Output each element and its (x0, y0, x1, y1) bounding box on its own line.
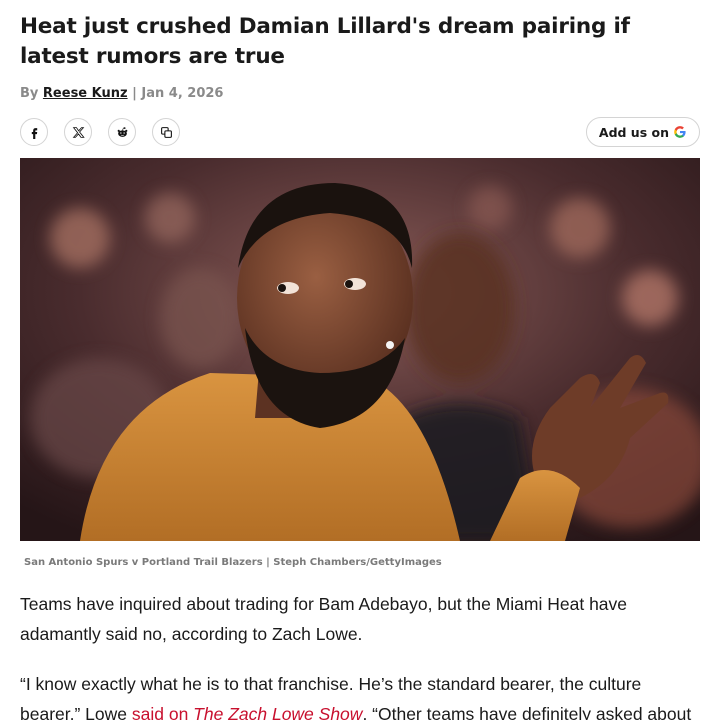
share-x-button[interactable] (64, 118, 92, 146)
byline-separator: | (127, 86, 142, 101)
byline: By Reese Kunz | Jan 4, 2026 (20, 86, 223, 101)
copy-link-icon (160, 126, 172, 138)
share-reddit-button[interactable] (108, 118, 136, 146)
player-photo (20, 158, 700, 541)
show-title: The Zach Lowe Show (193, 703, 363, 720)
body-paragraph-1: Teams have inquired about trading for Ba… (20, 594, 628, 644)
author-link[interactable]: Reese Kunz (43, 86, 128, 101)
add-us-label: Add us on (598, 124, 669, 140)
share-buttons (20, 118, 180, 146)
reddit-icon (117, 126, 127, 137)
add-us-on-google-button[interactable]: Add us on (585, 117, 700, 147)
google-icon (674, 126, 686, 138)
share-facebook-button[interactable] (20, 118, 48, 146)
show-link[interactable]: The Zach Lowe Show (193, 704, 362, 720)
facebook-icon (31, 127, 37, 139)
image-caption: San Antonio Spurs v Portland Trail Blaze… (24, 557, 442, 568)
body-paragraph-2: “I know exactly what he is to that franc… (20, 670, 700, 720)
said-on-link[interactable]: said on (132, 704, 193, 720)
publish-date: Jan 4, 2026 (141, 86, 224, 101)
byline-prefix: By (20, 86, 43, 101)
paragraph-2-end: . “Other teams have definitely asked abo… (362, 703, 692, 720)
hero-image (20, 158, 700, 541)
copy-link-button[interactable] (152, 118, 180, 146)
article-headline: Heat just crushed Damian Lillard's dream… (20, 14, 630, 69)
x-icon (72, 126, 85, 138)
